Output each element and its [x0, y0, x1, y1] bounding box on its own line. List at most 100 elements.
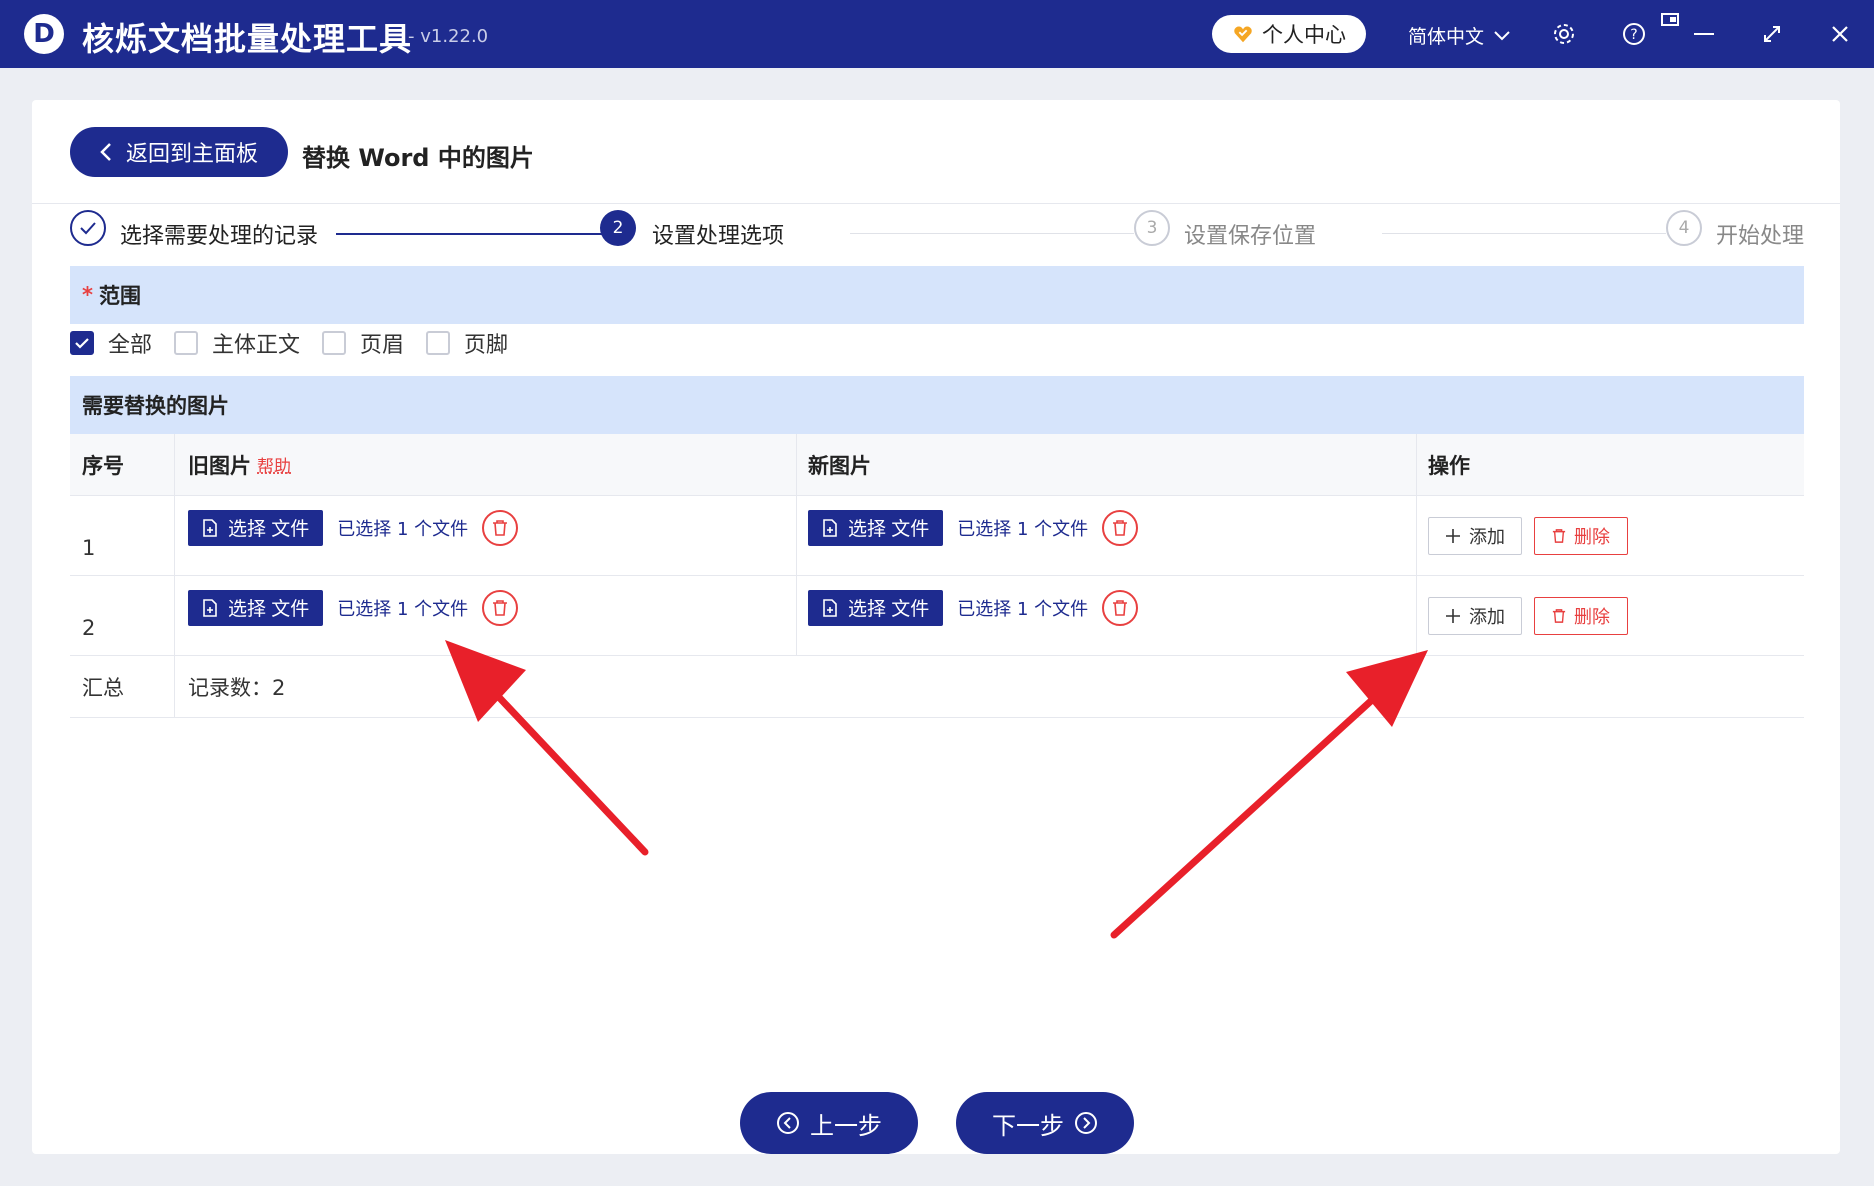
plus-icon: [1446, 608, 1460, 623]
page-title: 替换 Word 中的图片: [302, 144, 534, 172]
old-image-select-file-button[interactable]: 选择 文件: [188, 509, 324, 546]
next-step-label: 下一步: [992, 1112, 1064, 1140]
clear-old-image-trash-icon[interactable]: [482, 589, 519, 626]
scope-option-body[interactable]: 主体正文: [174, 327, 300, 359]
new-image-select-file-button[interactable]: 选择 文件: [808, 589, 944, 626]
settings-gear-icon[interactable]: [1550, 20, 1578, 48]
scope-options: 全部 主体正文 页眉 页脚: [70, 328, 530, 358]
chevron-left-icon: [100, 143, 111, 161]
step-3-label: 设置保存位置: [1184, 224, 1317, 249]
column-header-new-image: 新图片: [808, 453, 871, 478]
language-label: 简体中文: [1408, 26, 1485, 48]
clear-new-image-trash-icon[interactable]: [1102, 509, 1139, 546]
scope-option-footer[interactable]: 页脚: [426, 327, 508, 359]
column-header-actions: 操作: [1428, 453, 1470, 478]
column-divider: [174, 576, 175, 655]
step-connector: [850, 233, 1134, 234]
step-1-label: 选择需要处理的记录: [120, 224, 319, 249]
app-title: 核烁文档批量处理工具: [82, 20, 413, 58]
previous-step-button[interactable]: 上一步: [740, 1092, 918, 1154]
scope-title: 范围: [98, 284, 141, 308]
table-row: 2 选择 文件 已选择 1 个文件 选择 文件 已选择 1 个文件 添加 删除: [70, 576, 1804, 656]
new-image-cell: 选择 文件 已选择 1 个文件: [808, 568, 1139, 647]
close-icon[interactable]: [1826, 20, 1854, 48]
checkbox-icon[interactable]: [322, 331, 347, 355]
column-header-old-image: 旧图片 帮助: [188, 434, 291, 495]
add-label: 添加: [1469, 526, 1505, 547]
user-center-label: 个人中心: [1262, 23, 1346, 47]
new-image-select-file-button[interactable]: 选择 文件: [808, 509, 944, 546]
table-header-row: 序号 旧图片 帮助 新图片 操作: [70, 434, 1804, 496]
scope-option-header[interactable]: 页眉: [322, 327, 404, 359]
scope-option-label: 主体正文: [212, 333, 301, 358]
scope-section-header: * 范围: [70, 266, 1804, 324]
delete-label: 删除: [1574, 606, 1610, 627]
back-button-label: 返回到主面板: [125, 141, 258, 166]
new-image-status: 已选择 1 个文件: [957, 518, 1089, 540]
help-icon[interactable]: ?: [1620, 20, 1648, 48]
record-count: 记录数：2: [188, 675, 286, 700]
select-file-label: 选择 文件: [848, 599, 930, 620]
column-divider: [174, 434, 175, 495]
old-image-cell: 选择 文件 已选择 1 个文件: [188, 488, 519, 567]
trash-icon: [1552, 528, 1566, 543]
select-file-label: 选择 文件: [228, 599, 310, 620]
checkbox-icon[interactable]: [174, 331, 199, 355]
svg-text:?: ?: [1630, 27, 1637, 43]
column-divider: [1416, 434, 1417, 495]
add-label: 添加: [1469, 606, 1505, 627]
back-to-dashboard-button[interactable]: 返回到主面板: [70, 127, 288, 177]
file-add-icon: [823, 518, 837, 537]
circle-chevron-right-icon: [1075, 1112, 1097, 1134]
step-2-number: 2: [600, 210, 636, 246]
add-row-button[interactable]: 添加: [1428, 596, 1522, 635]
clear-old-image-trash-icon[interactable]: [482, 509, 519, 546]
summary-row: 汇总 记录数：2: [70, 656, 1804, 718]
delete-label: 删除: [1574, 526, 1610, 547]
help-link[interactable]: 帮助: [257, 452, 291, 477]
app-logo: D: [24, 14, 64, 54]
language-selector[interactable]: 简体中文: [1408, 22, 1510, 49]
column-divider: [1416, 576, 1417, 655]
step-connector: [336, 233, 618, 235]
app-version: - v1.22.0: [408, 26, 489, 47]
checkbox-icon[interactable]: [426, 331, 451, 355]
checkbox-checked-icon[interactable]: [70, 331, 94, 355]
delete-row-button[interactable]: 删除: [1534, 596, 1628, 635]
column-divider: [796, 434, 797, 495]
new-image-status: 已选择 1 个文件: [957, 598, 1089, 620]
column-header-index: 序号: [82, 453, 124, 478]
maximize-icon[interactable]: [1758, 20, 1786, 48]
minimize-icon[interactable]: [1690, 20, 1718, 48]
trash-icon: [1552, 608, 1566, 623]
chevron-down-icon: [1494, 30, 1510, 40]
old-image-header-label: 旧图片: [188, 453, 251, 478]
old-image-select-file-button[interactable]: 选择 文件: [188, 589, 324, 626]
new-image-cell: 选择 文件 已选择 1 个文件: [808, 488, 1139, 567]
user-center-button[interactable]: 个人中心: [1212, 15, 1366, 53]
add-row-button[interactable]: 添加: [1428, 516, 1522, 555]
summary-label: 汇总: [82, 675, 124, 700]
column-divider: [796, 496, 797, 575]
clear-new-image-trash-icon[interactable]: [1102, 589, 1139, 626]
images-section-header: 需要替换的图片: [70, 376, 1804, 434]
file-add-icon: [203, 518, 217, 537]
images-title: 需要替换的图片: [82, 394, 229, 418]
select-file-label: 选择 文件: [228, 519, 310, 540]
step-connector: [1382, 233, 1666, 234]
next-step-button[interactable]: 下一步: [956, 1092, 1134, 1154]
step-3-number: 3: [1134, 210, 1170, 246]
scope-option-all[interactable]: 全部: [70, 327, 152, 359]
file-add-icon: [823, 598, 837, 617]
delete-row-button[interactable]: 删除: [1534, 516, 1628, 555]
main-panel: 返回到主面板 替换 Word 中的图片 选择需要处理的记录 2 设置处理选项 3…: [32, 100, 1840, 1154]
old-image-cell: 选择 文件 已选择 1 个文件: [188, 568, 519, 647]
actions-cell: 添加 删除: [1428, 576, 1628, 655]
scope-option-label: 页脚: [464, 333, 509, 358]
file-add-icon: [203, 598, 217, 617]
column-divider: [796, 576, 797, 655]
plus-icon: [1446, 528, 1460, 543]
mini-window-icon[interactable]: [1656, 6, 1684, 34]
step-4-label: 开始处理: [1716, 224, 1805, 249]
old-image-status: 已选择 1 个文件: [337, 518, 469, 540]
